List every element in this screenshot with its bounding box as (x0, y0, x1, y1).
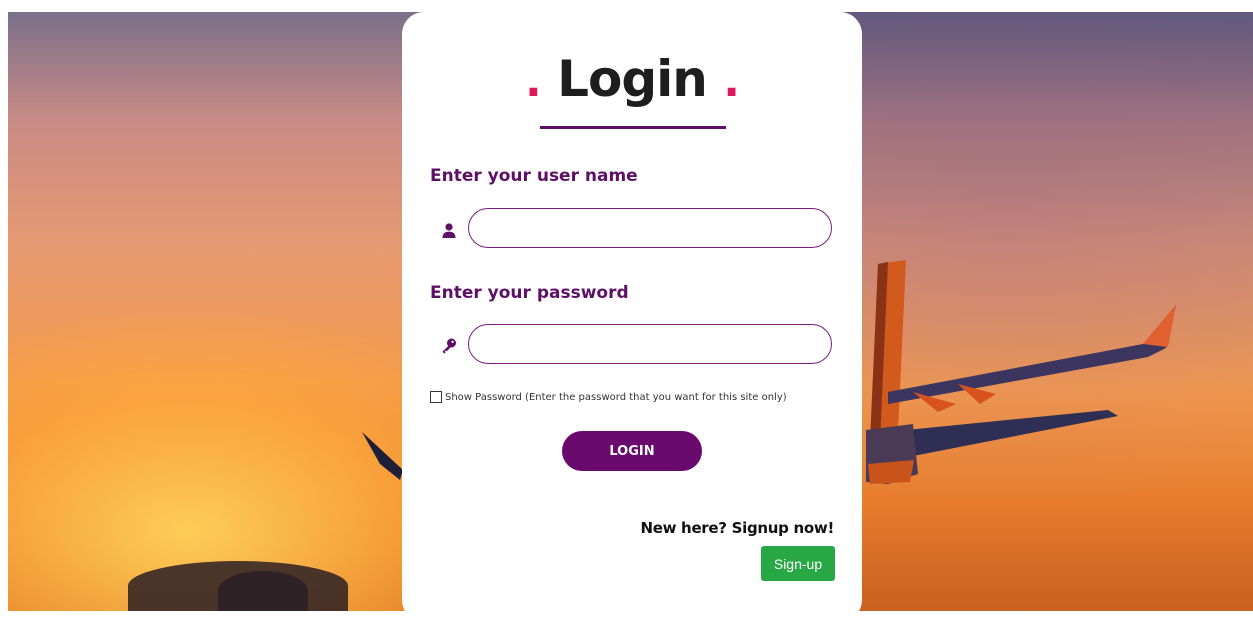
username-input[interactable] (468, 208, 832, 248)
show-password-label: Show Password (Enter the password that y… (445, 391, 787, 403)
login-button[interactable]: LOGIN (562, 431, 702, 471)
title-text: Login (557, 50, 708, 108)
title-underline (540, 126, 726, 129)
username-label: Enter your user name (430, 166, 638, 186)
login-card: . Login . Enter your user name Enter you… (402, 12, 862, 622)
show-password-checkbox[interactable] (430, 391, 442, 403)
signup-button[interactable]: Sign-up (761, 546, 835, 581)
signup-prompt: New here? Signup now! (640, 519, 834, 537)
cloud-silhouette-small (218, 571, 308, 611)
show-password-row: Show Password (Enter the password that y… (430, 391, 787, 403)
password-label: Enter your password (430, 283, 629, 303)
title-dot-right: . (723, 56, 740, 107)
password-input[interactable] (468, 324, 832, 364)
title-dot-left: . (524, 56, 542, 107)
key-icon (442, 338, 456, 354)
page-title: . Login . (402, 50, 862, 108)
user-icon (442, 223, 456, 238)
